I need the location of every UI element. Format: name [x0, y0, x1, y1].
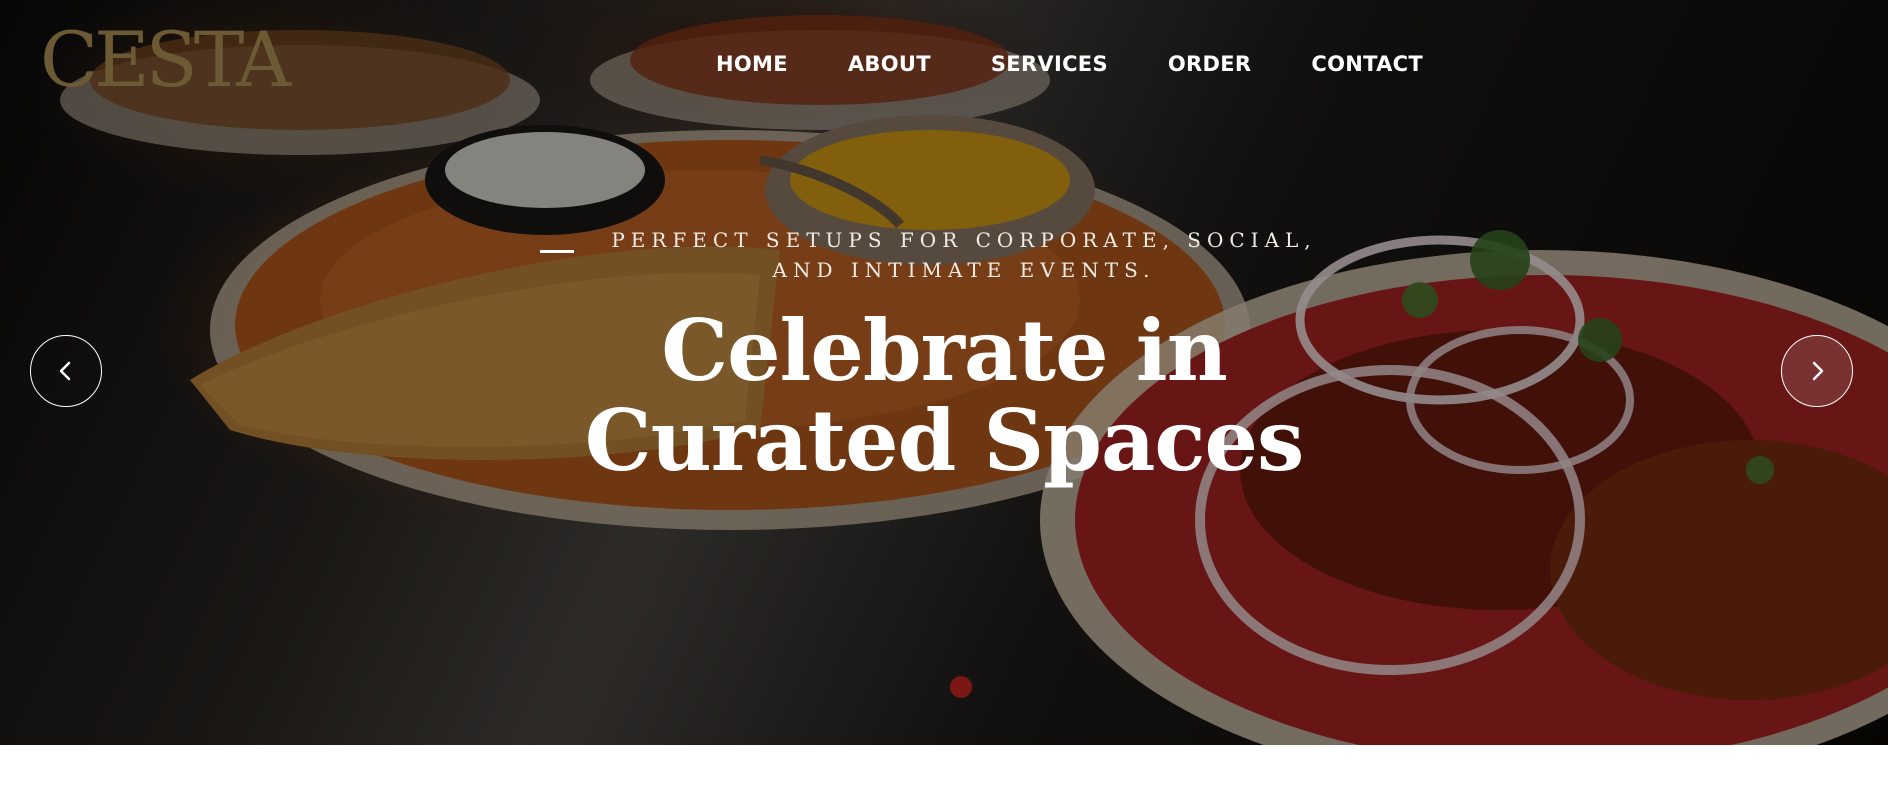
chevron-right-icon: [1812, 361, 1824, 381]
nav-item-about[interactable]: ABOUT: [848, 52, 931, 76]
tagline-dash: [540, 250, 574, 253]
hero-tagline: PERFECT SETUPS FOR CORPORATE, SOCIAL, AN…: [611, 228, 1317, 282]
slider-next-button[interactable]: [1781, 335, 1853, 407]
brand-logo[interactable]: CESTA: [40, 22, 291, 98]
nav-item-contact[interactable]: CONTACT: [1311, 52, 1423, 76]
below-hero-section: [0, 745, 1888, 785]
slider-prev-button[interactable]: [30, 335, 102, 407]
main-nav: HOME ABOUT SERVICES ORDER CONTACT: [716, 52, 1483, 76]
hero-headline-line1: Celebrate in: [661, 301, 1228, 400]
hero-slider: CESTA HOME ABOUT SERVICES ORDER CONTACT …: [0, 0, 1888, 745]
hero-headline: Celebrate in Curated Spaces: [544, 306, 1344, 486]
chevron-left-icon: [59, 361, 71, 381]
nav-item-home[interactable]: HOME: [716, 52, 788, 76]
nav-item-services[interactable]: SERVICES: [991, 52, 1108, 76]
nav-item-order[interactable]: ORDER: [1168, 52, 1251, 76]
slider-dot-active[interactable]: [950, 676, 972, 698]
hero-headline-line2: Curated Spaces: [584, 391, 1305, 490]
